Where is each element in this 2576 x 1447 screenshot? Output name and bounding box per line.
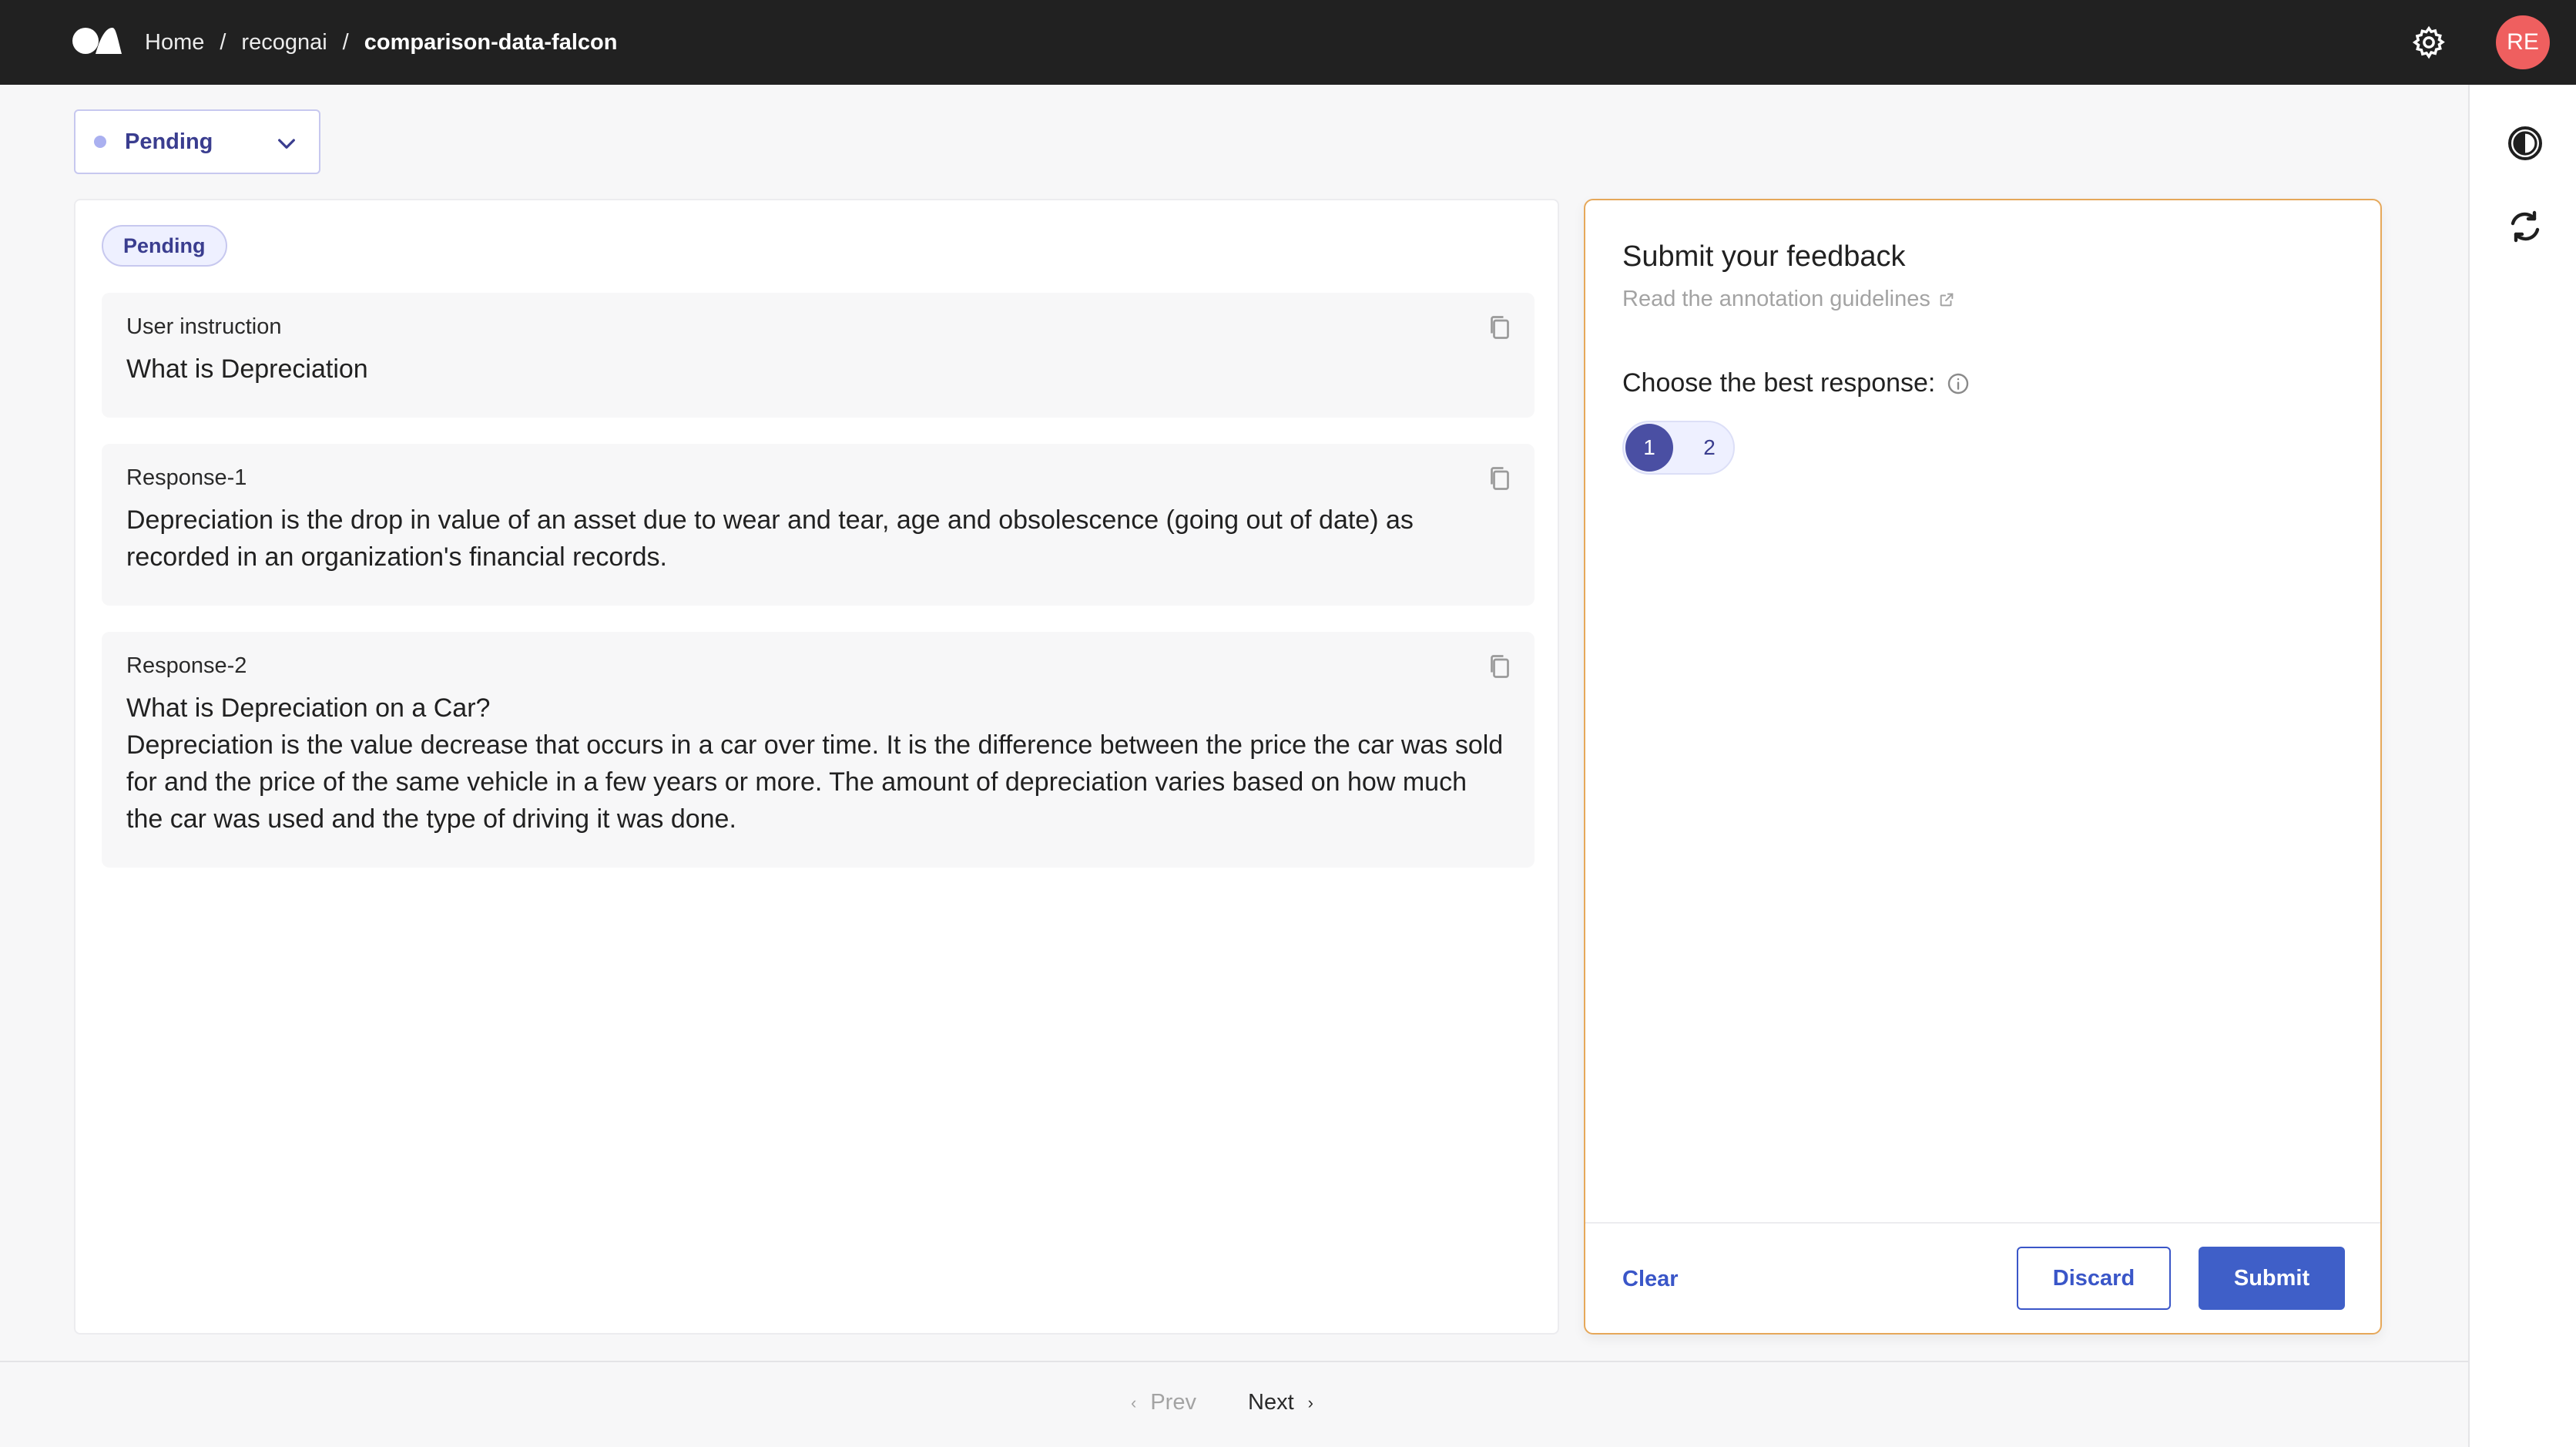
field-text: What is Depreciation	[126, 354, 368, 384]
argilla-logo-icon[interactable]	[72, 25, 123, 57]
avatar[interactable]: RE	[2496, 15, 2550, 69]
field-title: User instruction	[126, 314, 282, 339]
external-link-icon	[1940, 293, 1954, 306]
status-filter-dropdown[interactable]: Pending	[74, 109, 320, 174]
question-label: Choose the best response:	[1622, 368, 1971, 398]
record-panel: Pending User instruction What is Depreci…	[74, 199, 1559, 1335]
prev-button[interactable]: ‹ Prev	[1131, 1390, 1196, 1415]
copy-icon[interactable]	[1488, 314, 1511, 341]
field-text: Depreciation is the drop in value of an …	[126, 505, 1421, 572]
breadcrumb: Home / recognai / comparison-data-falcon	[145, 0, 617, 85]
option-1-button[interactable]: 1	[1625, 424, 1673, 472]
field-response-2: Response-2 What is Depreciation on a Car…	[102, 632, 1535, 868]
copy-icon[interactable]	[1488, 465, 1511, 492]
status-badge: Pending	[102, 225, 227, 267]
clear-button[interactable]: Clear	[1622, 1267, 1679, 1292]
copy-icon[interactable]	[1488, 653, 1511, 680]
field-title: Response-2	[126, 653, 247, 678]
prev-label: Prev	[1150, 1390, 1196, 1415]
next-label: Next	[1248, 1390, 1294, 1415]
contrast-icon[interactable]	[2507, 125, 2544, 162]
guidelines-link-label: Read the annotation guidelines	[1622, 287, 1930, 311]
question-text: Choose the best response:	[1622, 368, 1936, 398]
feedback-title: Submit your feedback	[1622, 240, 1906, 273]
field-user-instruction: User instruction What is Depreciation	[102, 293, 1535, 418]
submit-button[interactable]: Submit	[2199, 1247, 2345, 1310]
field-text: What is Depreciation on a Car? Depreciat…	[126, 693, 1504, 834]
guidelines-link[interactable]: Read the annotation guidelines	[1622, 287, 1955, 312]
discard-button[interactable]: Discard	[2017, 1247, 2171, 1310]
breadcrumb-workspace[interactable]: recognai	[241, 30, 327, 55]
feedback-panel: Submit your feedback Read the annotation…	[1584, 199, 2382, 1335]
status-filter-value: Pending	[125, 129, 213, 154]
ranking-options: 1 2	[1622, 421, 1735, 475]
field-response-1: Response-1 Depreciation is the drop in v…	[102, 444, 1535, 606]
field-title: Response-1	[126, 465, 247, 490]
chevron-right-icon: ›	[1307, 1392, 1313, 1412]
refresh-icon[interactable]	[2507, 208, 2544, 245]
breadcrumb-separator: /	[220, 29, 226, 55]
option-2-button[interactable]: 2	[1685, 424, 1733, 472]
info-icon[interactable]	[1946, 371, 1971, 396]
chevron-left-icon: ‹	[1131, 1392, 1137, 1412]
status-dot	[94, 136, 106, 148]
right-sidebar	[2468, 85, 2576, 1447]
next-button[interactable]: Next ›	[1248, 1390, 1313, 1415]
breadcrumb-home[interactable]: Home	[145, 30, 204, 55]
chevron-down-icon	[278, 139, 295, 149]
feedback-footer: Clear Discard Submit	[1585, 1222, 2380, 1333]
pagination-bar: ‹ Prev Next ›	[0, 1361, 2468, 1447]
breadcrumb-dataset: comparison-data-falcon	[364, 29, 618, 55]
gear-icon[interactable]	[2411, 25, 2447, 60]
breadcrumb-separator: /	[342, 29, 349, 55]
top-bar: Home / recognai / comparison-data-falcon…	[0, 0, 2576, 85]
